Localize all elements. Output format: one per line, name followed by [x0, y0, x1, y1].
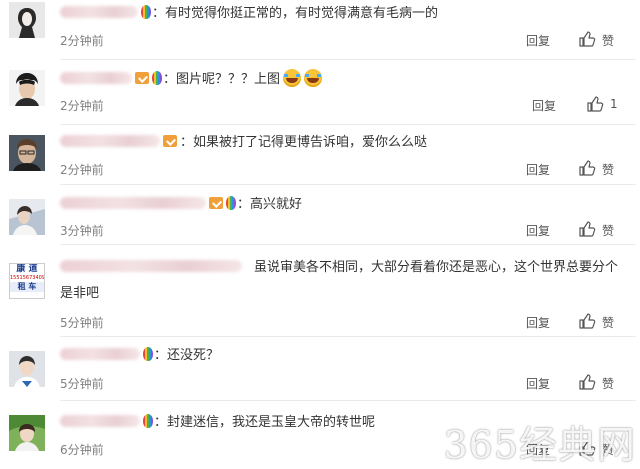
reply-button[interactable]: 回复 [526, 222, 550, 239]
timestamp: 5分钟前 [60, 377, 104, 391]
avatar[interactable] [9, 351, 45, 387]
comment-text: ：封建迷信，我还是玉皇大帝的转世呢 [154, 415, 376, 430]
username[interactable] [60, 72, 132, 84]
vip-icon [135, 72, 149, 84]
avatar[interactable] [9, 2, 45, 38]
comment-line: 虽说审美各不相同，大部分看着你还是恶心，这个世界总要分个是非吧 [60, 255, 620, 307]
balloon-icon [143, 347, 153, 361]
balloon-icon [152, 71, 162, 85]
laughing-emoji-icon [304, 69, 323, 87]
reply-button[interactable]: 回复 [526, 32, 550, 49]
balloon-icon [226, 196, 236, 210]
thumb-up-icon[interactable] [578, 159, 596, 177]
vip-icon [209, 197, 223, 209]
timestamp: 6分钟前 [60, 443, 104, 457]
avatar-ad-caption: 租 车 [10, 282, 44, 292]
avatar-ad-phone: 15515673409 [10, 275, 45, 281]
reply-button[interactable]: 回复 [526, 314, 550, 331]
username[interactable] [60, 135, 160, 147]
comment-text: ：图片呢？？？上图 [163, 72, 281, 87]
username[interactable] [60, 260, 242, 272]
username[interactable] [60, 415, 140, 427]
reply-button[interactable]: 回复 [532, 97, 556, 114]
comment-line: ：高兴就好 [60, 195, 302, 215]
comment-line: ：图片呢？？？上图 [60, 69, 323, 90]
thumb-up-icon[interactable] [586, 95, 604, 113]
comment-item: ：高兴就好 3分钟前 回复 赞 [0, 185, 640, 245]
watermark: 365经典网 [443, 423, 636, 467]
reply-button[interactable]: 回复 [526, 375, 550, 392]
avatar[interactable] [9, 415, 45, 451]
balloon-icon [141, 5, 151, 19]
laughing-emoji-icon [283, 69, 302, 87]
comment-item: 康 道 15515673409 租 车 虽说审美各不相同，大部分看着你还是恶心，… [0, 245, 640, 337]
comment-line: ：还没死？ [60, 346, 219, 366]
username[interactable] [60, 197, 206, 209]
comment-text: ：如果被打了记得更博告诉咱，爱你么么哒 [180, 135, 428, 150]
like-button[interactable]: 赞 [602, 375, 614, 392]
timestamp: 3分钟前 [60, 224, 104, 238]
avatar[interactable] [9, 135, 45, 171]
comment-text: ：高兴就好 [237, 197, 303, 212]
like-button[interactable]: 赞 [602, 222, 614, 239]
like-button[interactable]: 赞 [602, 161, 614, 178]
username[interactable] [60, 348, 140, 360]
like-count[interactable]: 1 [610, 97, 618, 111]
thumb-up-icon[interactable] [578, 220, 596, 238]
comment-text: ：有时觉得你挺正常的，有时觉得满意有毛病一的 [152, 6, 439, 21]
avatar[interactable]: 康 道 15515673409 租 车 [9, 263, 45, 299]
comment-line: ：如果被打了记得更博告诉咱，爱你么么哒 [60, 133, 427, 153]
comment-item: ：图片呢？？？上图 2分钟前 回复 1 [0, 60, 640, 125]
reply-button[interactable]: 回复 [526, 161, 550, 178]
vip-icon [163, 135, 177, 147]
timestamp: 2分钟前 [60, 34, 104, 48]
timestamp: 2分钟前 [60, 163, 104, 177]
comment-line: ：有时觉得你挺正常的，有时觉得满意有毛病一的 [60, 4, 438, 24]
thumb-up-icon[interactable] [578, 30, 596, 48]
like-button[interactable]: 赞 [602, 314, 614, 331]
comment-line: ：封建迷信，我还是玉皇大帝的转世呢 [60, 413, 375, 433]
like-button[interactable]: 赞 [602, 32, 614, 49]
comment-item: ：还没死？ 5分钟前 回复 赞 [0, 337, 640, 401]
avatar-ad-title: 康 道 [16, 264, 38, 274]
comment-item: ：如果被打了记得更博告诉咱，爱你么么哒 2分钟前 回复 赞 [0, 125, 640, 185]
thumb-up-icon[interactable] [578, 373, 596, 391]
username[interactable] [60, 6, 138, 18]
timestamp: 5分钟前 [60, 316, 104, 330]
thumb-up-icon[interactable] [578, 312, 596, 330]
avatar[interactable] [9, 199, 45, 235]
balloon-icon [143, 414, 153, 428]
comment-text: ：还没死？ [154, 348, 220, 363]
comment-item: ：有时觉得你挺正常的，有时觉得满意有毛病一的 2分钟前 回复 赞 [0, 0, 640, 60]
timestamp: 2分钟前 [60, 99, 104, 113]
avatar[interactable] [9, 70, 45, 106]
